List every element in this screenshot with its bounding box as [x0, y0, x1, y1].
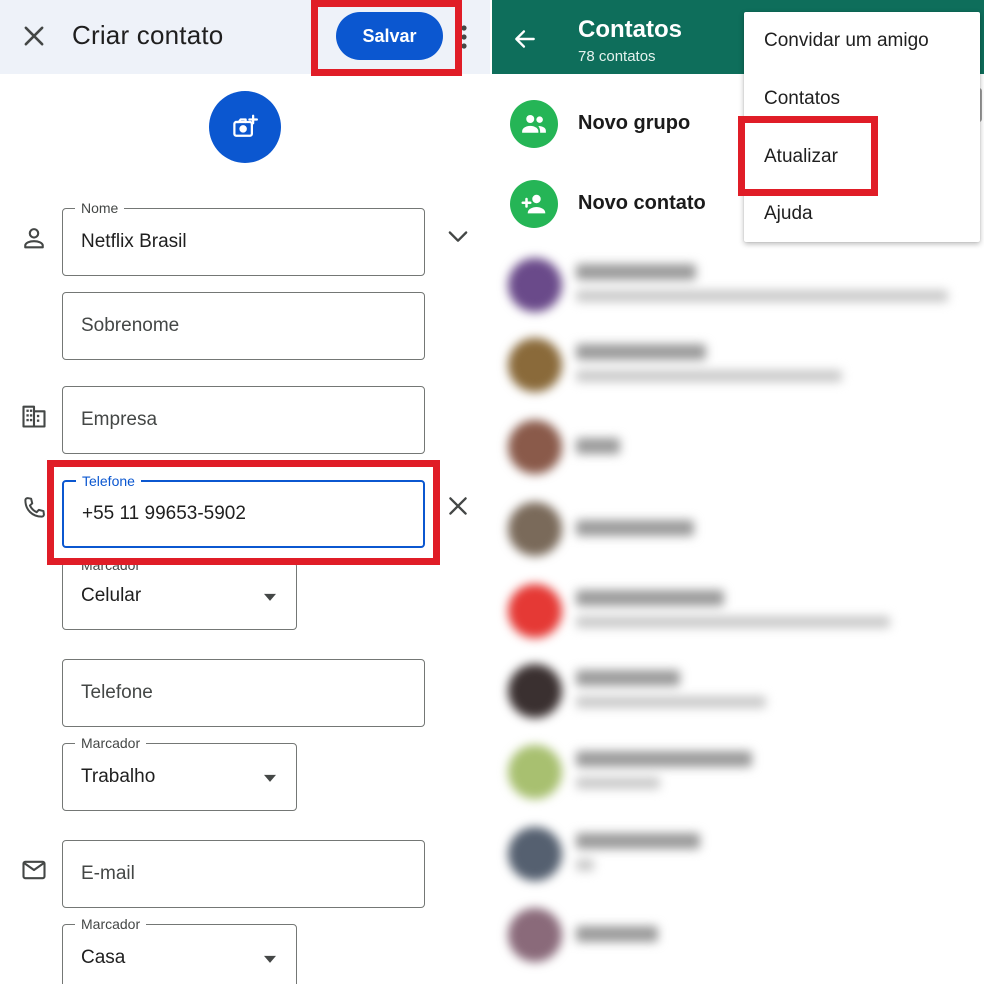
- person-icon: [24, 228, 44, 249]
- contact-avatar: [508, 908, 562, 962]
- whatsapp-contacts-screen: Contatos 78 contatos Novo grupo Novo con…: [492, 0, 984, 984]
- contact-name-obscured: [576, 344, 706, 360]
- contact-avatar: [508, 258, 562, 312]
- phone-icon: [24, 497, 45, 518]
- contacts-count: 78 contatos: [578, 48, 656, 65]
- contact-row[interactable]: [508, 420, 978, 480]
- contact-row[interactable]: [508, 745, 978, 805]
- add-photo-icon: [233, 114, 258, 137]
- contacts-title: Contatos: [578, 16, 682, 43]
- new-contact-label: Novo contato: [578, 192, 706, 214]
- contact-avatar: [508, 584, 562, 638]
- contact-name-obscured: [576, 590, 724, 606]
- contact-row[interactable]: [508, 908, 978, 968]
- contact-avatar: [508, 664, 562, 718]
- dropdown-caret-icon: [264, 593, 276, 601]
- contact-row[interactable]: [508, 584, 978, 644]
- add-person-icon: [510, 180, 558, 228]
- contact-row[interactable]: [508, 827, 978, 887]
- menu-item-help[interactable]: Ajuda: [764, 203, 813, 225]
- phone2-type-value: Trabalho: [81, 766, 156, 787]
- contact-status-obscured: [576, 370, 842, 382]
- contact-name-obscured: [576, 833, 700, 849]
- contact-name-obscured: [576, 438, 620, 454]
- contact-row[interactable]: [508, 664, 978, 724]
- contact-avatar: [508, 502, 562, 556]
- create-contact-screen: Criar contato Salvar Nome Netflix Brasil…: [0, 0, 490, 984]
- contact-row[interactable]: [508, 338, 978, 398]
- highlight-refresh: [738, 116, 878, 196]
- contact-name-obscured: [576, 926, 658, 942]
- highlight-phone: [47, 460, 440, 565]
- group-icon: [510, 100, 558, 148]
- contact-status-obscured: [576, 777, 660, 789]
- page-title: Criar contato: [72, 20, 224, 50]
- last-name-field[interactable]: Sobrenome: [62, 292, 425, 360]
- phone2-type-select[interactable]: Marcador Trabalho: [62, 735, 297, 811]
- phone2-field[interactable]: Telefone: [62, 659, 425, 727]
- first-name-value: Netflix Brasil: [81, 231, 187, 252]
- first-name-field[interactable]: Nome Netflix Brasil: [62, 200, 425, 276]
- email-type-select[interactable]: Marcador Casa: [62, 916, 297, 984]
- highlight-save: [311, 0, 462, 76]
- menu-item-invite-friend[interactable]: Convidar um amigo: [764, 30, 929, 52]
- contact-status-obscured: [576, 696, 766, 708]
- menu-item-contacts[interactable]: Contatos: [764, 88, 840, 110]
- last-name-placeholder: Sobrenome: [81, 315, 180, 336]
- close-icon[interactable]: [20, 22, 48, 50]
- contact-row[interactable]: [508, 258, 978, 318]
- contact-name-obscured: [576, 264, 696, 280]
- email-type-value: Casa: [81, 947, 126, 968]
- back-arrow-icon[interactable]: [512, 26, 538, 52]
- clear-phone-icon[interactable]: [444, 492, 472, 520]
- contact-name-obscured: [576, 751, 752, 767]
- contact-status-obscured: [576, 859, 594, 871]
- contact-name-obscured: [576, 670, 680, 686]
- contact-status-obscured: [576, 290, 948, 302]
- email-type-label: Marcador: [75, 916, 147, 932]
- contact-status-obscured: [576, 616, 890, 628]
- email-icon: [22, 860, 46, 880]
- contact-avatar: [508, 827, 562, 881]
- email-placeholder: E-mail: [81, 863, 135, 884]
- phone-type-select[interactable]: Marcador Celular: [62, 557, 297, 630]
- company-icon: [22, 405, 46, 428]
- dropdown-caret-icon: [264, 774, 276, 782]
- company-field[interactable]: Empresa: [62, 386, 425, 454]
- chevron-down-icon[interactable]: [444, 222, 472, 250]
- phone2-placeholder: Telefone: [81, 682, 153, 703]
- contact-avatar: [508, 338, 562, 392]
- company-placeholder: Empresa: [81, 409, 158, 430]
- dropdown-caret-icon: [264, 955, 276, 963]
- contact-name-obscured: [576, 520, 694, 536]
- email-field[interactable]: E-mail: [62, 840, 425, 908]
- add-photo-button[interactable]: [209, 91, 281, 163]
- contact-avatar: [508, 745, 562, 799]
- contact-row[interactable]: [508, 502, 978, 562]
- contact-avatar: [508, 420, 562, 474]
- phone2-type-label: Marcador: [75, 735, 147, 751]
- first-name-label: Nome: [75, 200, 125, 216]
- new-group-label: Novo grupo: [578, 112, 691, 134]
- phone-type-value: Celular: [81, 585, 142, 606]
